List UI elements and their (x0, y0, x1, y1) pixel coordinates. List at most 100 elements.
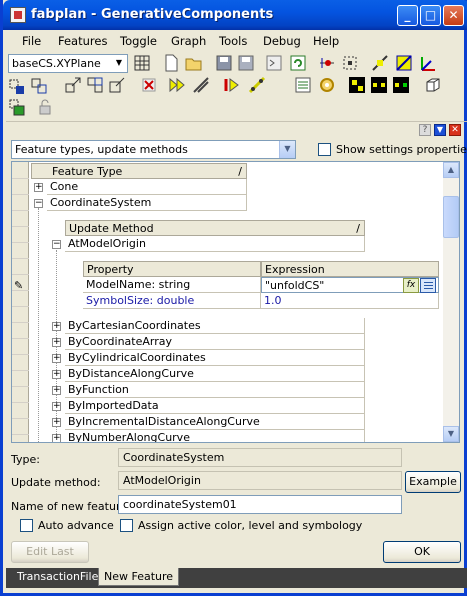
script-icon[interactable] (266, 55, 282, 71)
method-row[interactable]: ByFunction (65, 382, 365, 398)
panel-close-icon[interactable]: ✕ (449, 124, 461, 136)
menu-graph[interactable]: Graph (171, 34, 206, 48)
expression-header[interactable]: Expression (261, 261, 439, 277)
minimize-button[interactable]: _ (397, 5, 418, 26)
expand-plus-icon[interactable]: + (52, 322, 61, 331)
feature-type-row-coordinatesystem[interactable]: CoordinateSystem (47, 195, 247, 211)
close-button[interactable]: ✕ (443, 5, 464, 26)
line-icon[interactable] (193, 77, 209, 93)
menu-file[interactable]: File (22, 34, 41, 48)
node-group-icon[interactable] (371, 77, 387, 93)
table-icon[interactable] (295, 77, 311, 93)
select-icon[interactable] (343, 56, 357, 70)
update-method-header[interactable]: Update Method / (65, 220, 365, 236)
lock-icon[interactable] (39, 99, 51, 115)
menu-debug[interactable]: Debug (263, 34, 301, 48)
expand-plus-icon[interactable]: + (34, 183, 43, 192)
node-link-icon[interactable] (393, 77, 409, 93)
scroll-up-icon[interactable]: ▲ (443, 162, 459, 178)
feature-select-icon[interactable] (9, 79, 24, 94)
collapse-minus-icon[interactable]: − (52, 240, 61, 249)
auto-advance-checkbox[interactable] (20, 519, 33, 532)
property-header[interactable]: Property (83, 261, 261, 277)
mode-dropdown[interactable]: Feature types, update methods ▼ (11, 140, 296, 159)
example-button[interactable]: Example (405, 471, 461, 493)
menu-bar: File Features Toggle Graph Tools Debug H… (6, 31, 467, 51)
path-icon[interactable] (248, 76, 266, 94)
feature-type-row-cone[interactable]: Cone (47, 179, 247, 195)
expand-plus-icon[interactable]: + (52, 434, 61, 442)
method-row[interactable]: ByCoordinateArray (65, 334, 365, 350)
plane-icon[interactable] (396, 55, 412, 71)
group-icon[interactable] (87, 77, 103, 93)
help-icon[interactable]: ? (419, 124, 431, 136)
cube-icon[interactable] (426, 78, 440, 92)
node-icon[interactable] (349, 77, 365, 93)
transform-icon[interactable] (109, 77, 125, 93)
refresh-icon[interactable] (290, 55, 306, 71)
expand-plus-icon[interactable]: + (52, 338, 61, 347)
save-as-icon[interactable] (238, 55, 254, 71)
show-settings-label: Show settings properties (336, 143, 467, 156)
method-row[interactable]: ByCartesianCoordinates (65, 318, 365, 334)
expand-plus-icon[interactable]: + (52, 418, 61, 427)
type-value: CoordinateSystem (118, 448, 402, 467)
maximize-button[interactable]: □ (420, 5, 441, 26)
feature-grid[interactable]: ✎ Feature Type / + Cone − CoordinateSyst… (11, 161, 460, 443)
menu-toggle[interactable]: Toggle (120, 34, 157, 48)
assign-symbology-checkbox[interactable] (120, 519, 133, 532)
tab-transactionfile[interactable]: TransactionFile (12, 568, 103, 586)
new-icon[interactable] (165, 54, 178, 72)
connect-icon[interactable] (320, 58, 334, 68)
scroll-thumb[interactable] (443, 196, 459, 238)
method-row[interactable]: ByImportedData (65, 398, 365, 414)
open-icon[interactable] (185, 58, 202, 71)
expand-plus-icon[interactable]: + (52, 402, 61, 411)
expand-plus-icon[interactable]: + (52, 370, 61, 379)
delete-icon[interactable] (142, 78, 156, 92)
edit-last-button[interactable]: Edit Last (11, 541, 89, 563)
title-bar[interactable]: fabplan - GenerativeComponents _ □ ✕ (3, 0, 467, 30)
app-window: fabplan - GenerativeComponents _ □ ✕ Fil… (0, 0, 467, 596)
point-icon[interactable] (372, 55, 388, 71)
move-icon[interactable] (65, 77, 81, 93)
expression-value-symbolsize[interactable]: 1.0 (261, 293, 439, 309)
expression-value-modelname: "unfoldCS" (265, 279, 325, 292)
expand-plus-icon[interactable]: + (52, 354, 61, 363)
grid-scrollbar[interactable]: ▲ ▼ (443, 162, 459, 442)
update-icon[interactable] (224, 78, 239, 92)
component-icon[interactable] (9, 99, 25, 116)
property-row-symbolsize[interactable]: SymbolSize: double (83, 293, 261, 309)
feature-copy-icon[interactable] (31, 78, 47, 94)
menu-help[interactable]: Help (313, 34, 339, 48)
toolbar-row-2 (9, 76, 440, 94)
plane-selector[interactable]: baseCS.XYPlane ▼ (8, 54, 128, 73)
menu-tools[interactable]: Tools (219, 34, 247, 48)
update-method-value: AtModelOrigin (118, 471, 402, 490)
method-row[interactable]: ByIncrementalDistanceAlongCurve (65, 414, 365, 430)
ok-button[interactable]: OK (383, 541, 461, 563)
play-icon[interactable] (169, 77, 185, 93)
method-row-atmodelorigin[interactable]: AtModelOrigin (65, 236, 365, 252)
grid-icon[interactable] (134, 55, 150, 71)
collapse-minus-icon[interactable]: − (34, 199, 43, 208)
save-icon[interactable] (216, 55, 232, 71)
property-row-modelname[interactable]: ModelName: string (83, 277, 261, 293)
list-editor-icon[interactable] (420, 278, 436, 293)
method-row[interactable]: ByDistanceAlongCurve (65, 366, 365, 382)
rotate-icon[interactable] (320, 78, 334, 92)
sort-icon: / (356, 222, 360, 235)
method-row[interactable]: ByNumberAlongCurve (65, 430, 365, 442)
new-feature-name-input[interactable]: coordinateSystem01 (118, 495, 402, 514)
toolbar-row-1 (134, 54, 435, 72)
menu-features[interactable]: Features (58, 34, 107, 48)
expand-plus-icon[interactable]: + (52, 386, 61, 395)
function-icon[interactable]: fx (403, 278, 419, 293)
tab-new-feature[interactable]: New Feature (98, 568, 180, 586)
show-settings-checkbox[interactable] (318, 143, 331, 156)
axis-icon[interactable] (421, 57, 435, 71)
pin-icon[interactable]: ▼ (434, 124, 446, 136)
scroll-down-icon[interactable]: ▼ (443, 426, 459, 442)
feature-type-header[interactable]: Feature Type / (31, 163, 247, 179)
method-row[interactable]: ByCylindricalCoordinates (65, 350, 365, 366)
